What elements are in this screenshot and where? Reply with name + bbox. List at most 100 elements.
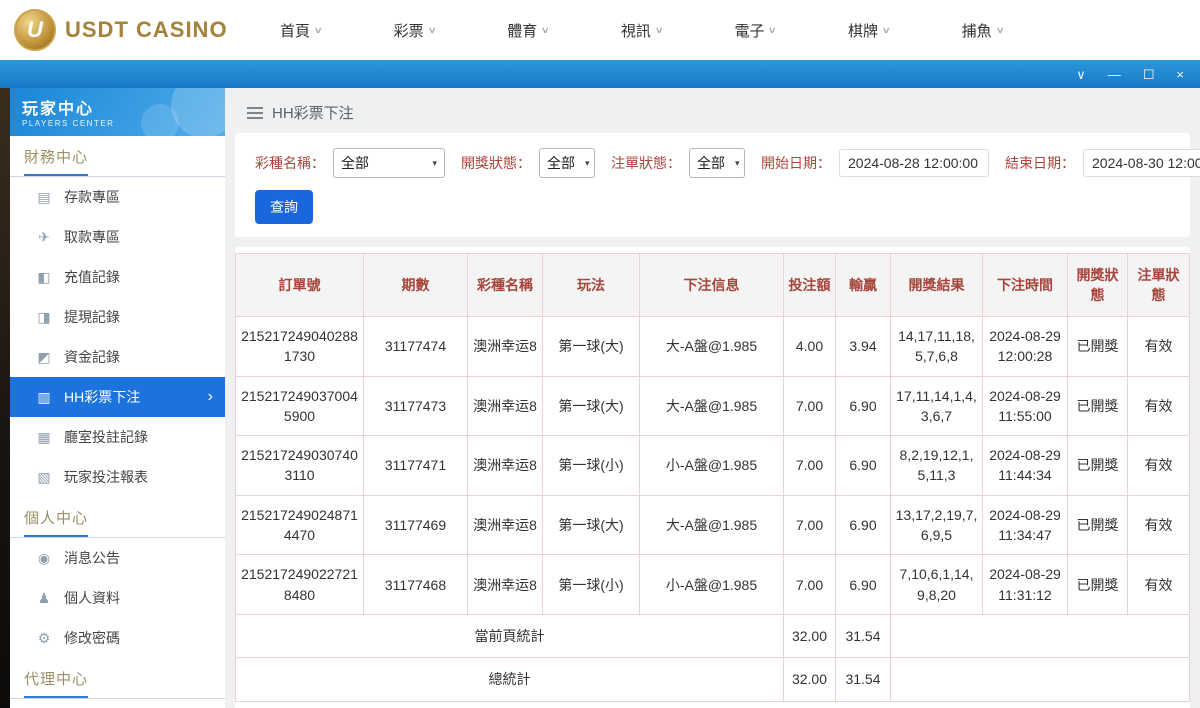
summary-bet-total: 32.00 (784, 614, 836, 657)
table-cell: 6.90 (836, 495, 891, 555)
table-cell: 已開獎 (1068, 495, 1128, 555)
table-cell: 第一球(大) (543, 495, 640, 555)
table-cell: 2152172490248714470 (236, 495, 364, 555)
table-row: 215217249040288173031177474澳洲幸运8第一球(大)大-… (236, 317, 1190, 377)
minimize-icon[interactable]: — (1108, 68, 1121, 81)
summary-label: 總統計 (236, 658, 784, 701)
table-cell: 7.00 (784, 495, 836, 555)
nav-item-6[interactable]: 捕魚∨ (962, 20, 1004, 41)
chevron-down-icon: ∨ (768, 25, 777, 36)
summary-bet-total: 32.00 (784, 658, 836, 701)
filter-date-input-3[interactable] (839, 149, 989, 177)
table-cell: 大-A盤@1.985 (640, 376, 784, 436)
table-cell: 4.00 (784, 317, 836, 377)
table-row: 215217249022721848031177468澳洲幸运8第一球(小)小-… (236, 555, 1190, 615)
summary-empty-cell (891, 658, 1190, 701)
column-header-4: 下注信息 (640, 254, 784, 317)
column-header-0: 訂單號 (236, 254, 364, 317)
sidebar-item-0-2[interactable]: ◧充值記錄 (10, 257, 225, 297)
logo[interactable]: U USDT CASINO (0, 9, 232, 51)
lottery-bets-icon: ▥ (36, 389, 52, 406)
column-header-5: 投注額 (784, 254, 836, 317)
main-content: HH彩票下注 彩種名稱：全部▾開獎狀態：全部▾注單狀態：全部▾開始日期：結束日期… (225, 88, 1200, 708)
sidebar-title: 玩家中心 (22, 95, 213, 119)
sidebar-item-label: 個人資料 (64, 588, 120, 608)
table-cell: 大-A盤@1.985 (640, 317, 784, 377)
table-cell: 8,2,19,12,1,5,11,3 (891, 436, 983, 496)
menu-toggle-icon[interactable] (247, 107, 263, 119)
sidebar-item-label: 消息公告 (64, 548, 120, 568)
sidebar-item-0-0[interactable]: ▤存款專區 (10, 177, 225, 217)
sidebar-item-0-6[interactable]: ▦廳室投註記錄 (10, 417, 225, 457)
sidebar-item-0-5[interactable]: ▥HH彩票下注› (10, 377, 225, 417)
sidebar-item-0-1[interactable]: ✈取款專區 (10, 217, 225, 257)
table-cell: 2024-08-29 12:00:28 (983, 317, 1068, 377)
table-cell: 已開獎 (1068, 436, 1128, 496)
nav-item-3[interactable]: 視訊∨ (621, 20, 663, 41)
column-header-9: 開獎狀態 (1068, 254, 1128, 317)
table-cell: 13,17,2,19,7,6,9,5 (891, 495, 983, 555)
table-cell: 6.90 (836, 555, 891, 615)
table-cell: 31177471 (364, 436, 468, 496)
sidebar-section-label-2: 代理中心 (10, 658, 225, 699)
sidebar-item-1-1[interactable]: ♟個人資料 (10, 578, 225, 618)
table-cell: 澳洲幸运8 (468, 555, 543, 615)
table-cell: 2024-08-29 11:34:47 (983, 495, 1068, 555)
sidebar-subtitle: PLAYERS CENTER (22, 119, 213, 128)
chevron-down-icon: ▾ (735, 158, 740, 169)
column-header-8: 下注時間 (983, 254, 1068, 317)
sidebar-item-label: 存款專區 (64, 187, 120, 207)
sidebar-item-1-2[interactable]: ⚙修改密碼 (10, 618, 225, 658)
nav-item-1[interactable]: 彩票∨ (394, 20, 436, 41)
sidebar-section-text: 個人中心 (24, 507, 88, 537)
nav-item-5[interactable]: 棋牌∨ (848, 20, 890, 41)
sidebar: 玩家中心 PLAYERS CENTER 財務中心▤存款專區✈取款專區◧充值記錄◨… (10, 88, 225, 708)
filter-select-2[interactable]: 全部▾ (689, 148, 745, 178)
table-cell: 第一球(小) (543, 436, 640, 496)
table-row: 215217249037004590031177473澳洲幸运8第一球(大)大-… (236, 376, 1190, 436)
table-cell: 有效 (1128, 555, 1190, 615)
table-cell: 澳洲幸运8 (468, 495, 543, 555)
column-header-2: 彩種名稱 (468, 254, 543, 317)
filter-select-0[interactable]: 全部▾ (333, 148, 445, 178)
chevron-down-icon[interactable]: ∨ (1076, 68, 1086, 81)
table-cell: 澳洲幸运8 (468, 436, 543, 496)
table-cell: 大-A盤@1.985 (640, 495, 784, 555)
filter-select-1[interactable]: 全部▾ (539, 148, 595, 178)
summary-empty-cell (891, 614, 1190, 657)
table-cell: 已開獎 (1068, 555, 1128, 615)
search-button[interactable]: 查詢 (255, 190, 313, 224)
filter-label-4: 結束日期： (1005, 153, 1075, 173)
table-cell: 31177473 (364, 376, 468, 436)
filter-date-input-4[interactable] (1083, 149, 1200, 177)
nav-item-2[interactable]: 體育∨ (507, 20, 549, 41)
nav-item-4[interactable]: 電子 ∨ (734, 20, 776, 41)
chevron-right-icon: › (208, 388, 213, 406)
column-header-6: 輸贏 (836, 254, 891, 317)
recharge-record-icon: ◧ (36, 269, 52, 286)
chevron-down-icon: ∨ (427, 25, 436, 36)
maximize-icon[interactable]: ☐ (1143, 68, 1155, 81)
chevron-down-icon: ∨ (882, 25, 891, 36)
filter-label-3: 開始日期： (761, 153, 831, 173)
table-cell: 7,10,6,1,14,9,8,20 (891, 555, 983, 615)
sidebar-item-label: 提現記錄 (64, 307, 120, 327)
close-icon[interactable]: × (1176, 68, 1184, 81)
nav-item-label: 彩票 (394, 20, 424, 41)
table-cell: 澳洲幸运8 (468, 376, 543, 436)
bets-table-panel: 訂單號期數彩種名稱玩法下注信息投注額輸贏開獎結果下注時間開獎狀態注單狀態 215… (235, 247, 1190, 708)
nav-item-0[interactable]: 首頁∨ (280, 20, 322, 41)
sidebar-item-0-4[interactable]: ◩資金記錄 (10, 337, 225, 377)
nav-item-label: 電子 (734, 20, 764, 41)
table-cell: 小-A盤@1.985 (640, 436, 784, 496)
logo-text: USDT CASINO (65, 17, 228, 43)
sidebar-item-1-0[interactable]: ◉消息公告 (10, 538, 225, 578)
sidebar-item-0-7[interactable]: ▧玩家投注報表 (10, 457, 225, 497)
page-header: HH彩票下注 (235, 88, 1190, 133)
sidebar-item-0-3[interactable]: ◨提現記錄 (10, 297, 225, 337)
table-cell: 有效 (1128, 495, 1190, 555)
column-header-1: 期數 (364, 254, 468, 317)
table-cell: 2152172490227218480 (236, 555, 364, 615)
table-cell: 第一球(大) (543, 317, 640, 377)
table-cell: 2152172490370045900 (236, 376, 364, 436)
